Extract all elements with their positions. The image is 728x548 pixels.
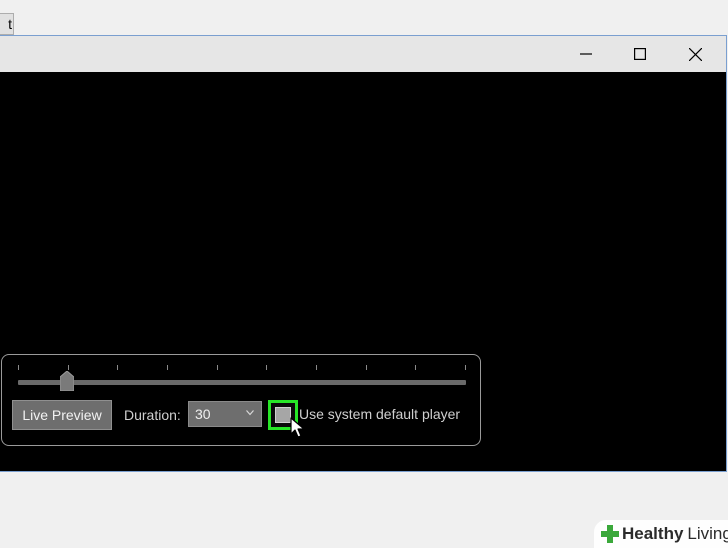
slider-tick: [216, 365, 218, 370]
slider-tick: [18, 365, 19, 370]
brand-name-bold: Healthy: [622, 524, 684, 543]
brand-name-regular: Living: [687, 524, 728, 543]
duration-select[interactable]: 30: [188, 401, 262, 427]
slider-tick: [415, 365, 417, 370]
background-window-tab[interactable]: t: [0, 13, 14, 35]
title-bar[interactable]: [0, 36, 726, 72]
playback-controls-panel: Live Preview Duration: 30 Use system def…: [1, 354, 481, 446]
slider-tick: [266, 365, 268, 370]
close-icon: [688, 47, 702, 61]
seek-slider-track[interactable]: [18, 380, 466, 385]
seek-slider-thumb[interactable]: [60, 371, 75, 391]
slider-tick: [365, 365, 367, 370]
close-button[interactable]: [668, 36, 722, 72]
slider-tick: [67, 365, 69, 370]
slider-tick: [465, 365, 466, 370]
system-player-checkbox[interactable]: [275, 407, 291, 423]
minimize-button[interactable]: [559, 36, 613, 72]
live-preview-button[interactable]: Live Preview: [12, 400, 112, 430]
brand-watermark: Healthy Living: [594, 520, 728, 548]
duration-label: Duration:: [124, 407, 181, 423]
maximize-button[interactable]: [613, 36, 667, 72]
duration-value: 30: [195, 406, 211, 422]
slider-tick: [167, 365, 168, 370]
slider-tick: [117, 365, 119, 370]
health-cross-icon: [601, 525, 619, 543]
chevron-down-icon: [246, 410, 254, 416]
minimize-icon: [580, 53, 592, 55]
live-preview-label: Live Preview: [22, 407, 102, 423]
slider-tick: [316, 365, 317, 370]
background-tab-label: t: [8, 16, 12, 32]
maximize-icon: [634, 48, 646, 60]
mouse-cursor-icon: [290, 417, 305, 438]
system-player-checkbox-label[interactable]: Use system default player: [299, 406, 460, 422]
